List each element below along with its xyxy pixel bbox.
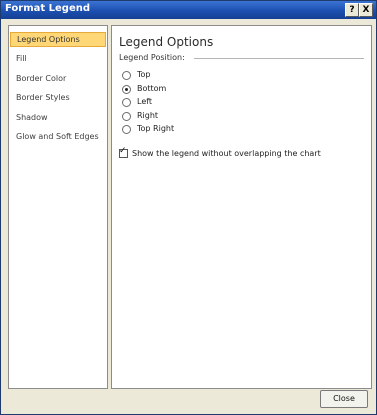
dialog-title: Format Legend xyxy=(5,3,91,14)
radio-label: Right xyxy=(137,111,159,120)
radio-label: Bottom xyxy=(137,84,167,93)
sidebar: Legend Options Fill Border Color Border … xyxy=(8,25,108,389)
close-window-button[interactable]: X xyxy=(359,3,373,17)
checkbox-label: Show the legend without overlapping the … xyxy=(132,149,321,158)
page-title: Legend Options xyxy=(119,35,214,49)
title-bar[interactable]: Format Legend ? X xyxy=(1,1,376,19)
radio-right[interactable]: Right xyxy=(122,111,242,123)
help-button[interactable]: ? xyxy=(345,3,359,17)
radio-button-icon[interactable] xyxy=(122,98,131,107)
radio-button-selected-icon[interactable] xyxy=(122,85,131,94)
checkbox[interactable]: ✓ xyxy=(119,146,128,158)
checkmark-icon: ✓ xyxy=(119,146,127,156)
format-legend-dialog: Format Legend ? X Legend Options Fill Bo… xyxy=(0,0,377,415)
content-panel: Legend Options Legend Position: Top Bott… xyxy=(111,25,372,389)
radio-bottom[interactable]: Bottom xyxy=(122,84,242,96)
radio-button-icon[interactable] xyxy=(122,71,131,80)
radio-left[interactable]: Left xyxy=(122,97,242,109)
radio-top-right[interactable]: Top Right xyxy=(122,124,242,136)
radio-button-icon[interactable] xyxy=(122,112,131,121)
sidebar-item-fill[interactable]: Fill xyxy=(10,51,106,66)
overlap-checkbox-row[interactable]: ✓ Show the legend without overlapping th… xyxy=(119,146,359,161)
sidebar-item-legend-options[interactable]: Legend Options xyxy=(10,32,106,47)
radio-label: Top Right xyxy=(137,124,175,133)
radio-label: Top xyxy=(137,70,151,79)
sidebar-item-glow-and-soft-edges[interactable]: Glow and Soft Edges xyxy=(10,129,106,144)
radio-label: Left xyxy=(137,97,153,106)
section-label: Legend Position: xyxy=(119,53,189,62)
sidebar-item-border-color[interactable]: Border Color xyxy=(10,71,106,86)
close-button[interactable]: Close xyxy=(320,390,368,408)
radio-button-icon[interactable] xyxy=(122,125,131,134)
legend-position-section: Legend Position: xyxy=(119,53,364,63)
sidebar-item-shadow[interactable]: Shadow xyxy=(10,110,106,125)
section-divider xyxy=(194,58,364,59)
radio-top[interactable]: Top xyxy=(122,70,242,82)
sidebar-item-border-styles[interactable]: Border Styles xyxy=(10,90,106,105)
